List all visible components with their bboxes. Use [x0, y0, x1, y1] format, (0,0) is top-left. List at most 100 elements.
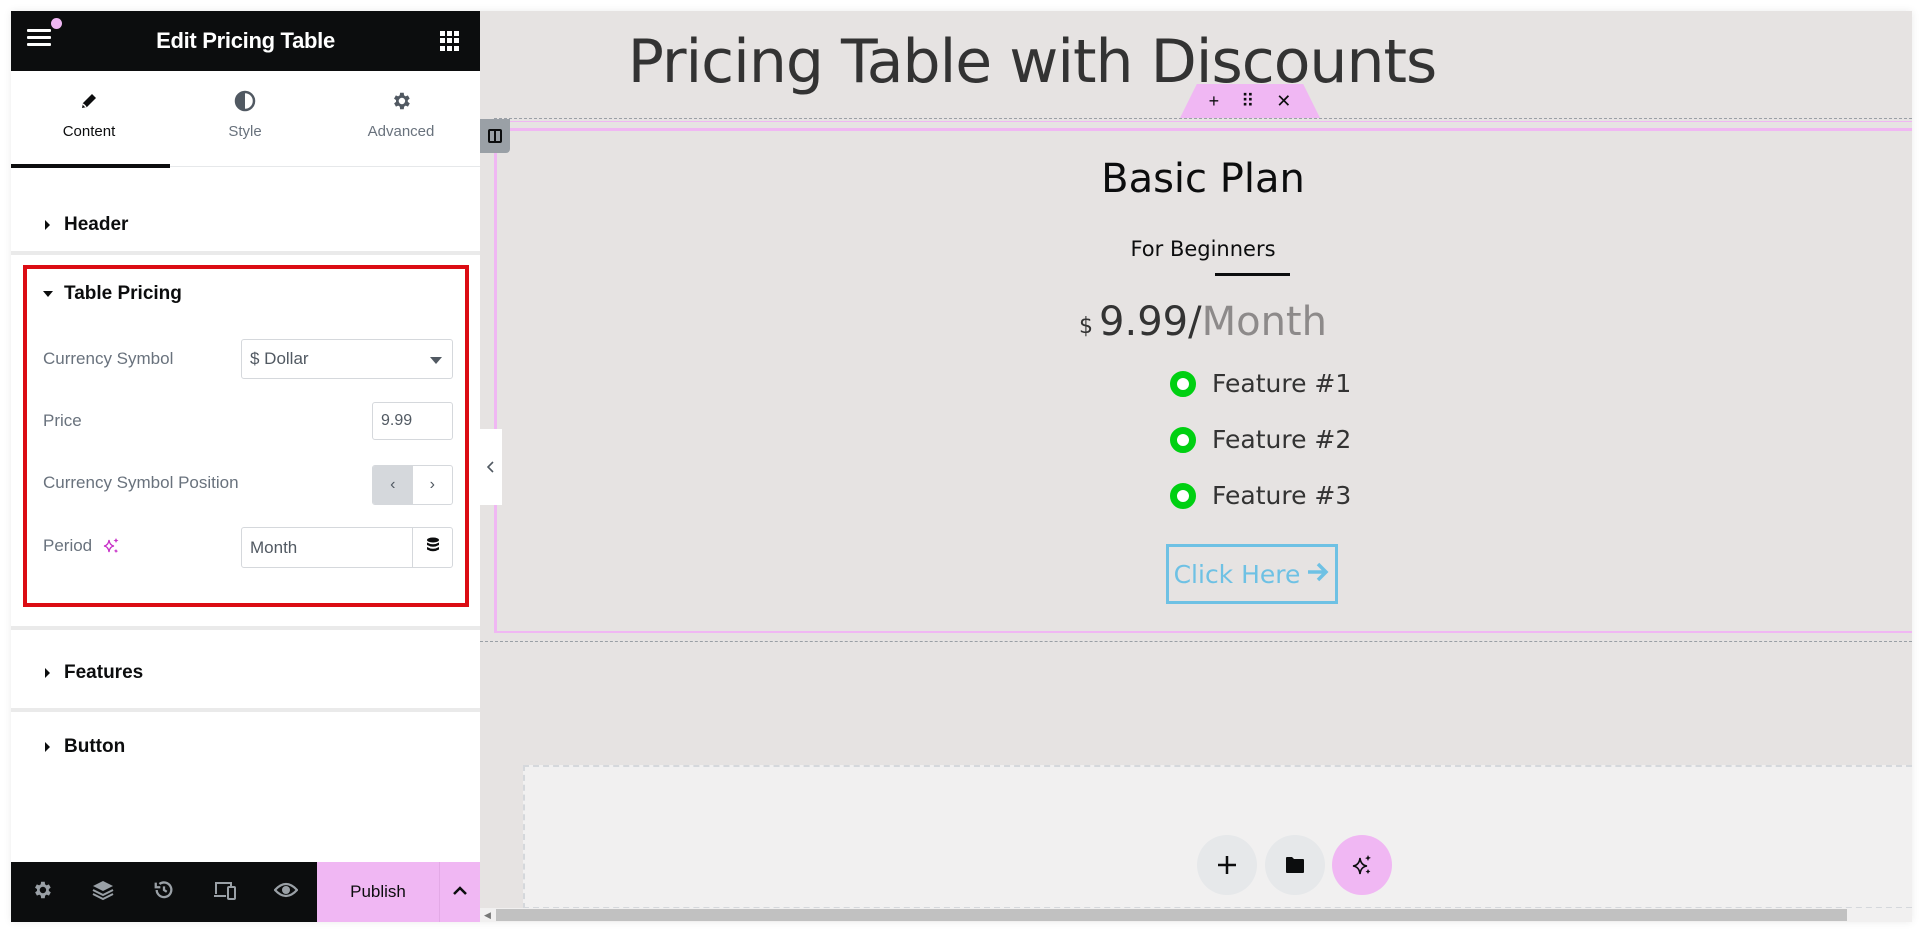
section-button-toggle[interactable]: Button	[45, 736, 125, 758]
section-divider	[11, 251, 480, 255]
period-input[interactable]: Month	[242, 528, 412, 567]
section-table-pricing: Table Pricing Currency Symbol $ Dollar P…	[23, 265, 469, 607]
feature-text: Feature #1	[1212, 369, 1352, 398]
currency-position-toggle: ‹ ›	[372, 465, 453, 505]
preview-eye-icon	[273, 881, 299, 904]
section-header: Header	[11, 168, 480, 251]
period-label-row: Period	[43, 536, 120, 556]
subtitle-underline	[1215, 273, 1290, 276]
horizontal-scrollbar[interactable]: ◀	[480, 908, 1912, 922]
preview-button[interactable]	[271, 877, 301, 907]
tab-style[interactable]: Style	[167, 71, 323, 167]
cta-button[interactable]: Click Here	[1166, 544, 1338, 604]
cta-label: Click Here	[1173, 559, 1301, 589]
feature-text: Feature #2	[1212, 425, 1352, 454]
caret-right-icon	[45, 742, 50, 752]
section-boundary	[480, 641, 1912, 642]
add-section-button[interactable]	[1197, 835, 1257, 895]
price-separator: /	[1188, 299, 1202, 345]
half-circle-icon	[167, 89, 323, 113]
responsive-mode-button[interactable]	[210, 877, 240, 907]
settings-icon	[31, 879, 53, 906]
feature-circle-icon	[1170, 426, 1196, 453]
history-icon	[153, 879, 175, 906]
currency-symbol-value: $ Dollar	[250, 349, 309, 368]
feature-text: Feature #3	[1212, 481, 1352, 510]
section-boundary	[494, 118, 1912, 119]
ai-sparkle-icon	[1352, 855, 1371, 875]
section-title: Features	[64, 662, 144, 683]
tab-label: Content	[62, 123, 116, 140]
folder-icon	[1286, 857, 1304, 873]
tab-label: Style	[228, 123, 262, 140]
column-edit-handle[interactable]	[480, 119, 510, 153]
editor-window: Edit Pricing Table Content Style Advance…	[11, 11, 1912, 922]
price-value: 9.99	[1099, 299, 1189, 345]
widgets-grid-button[interactable]	[440, 31, 460, 51]
ai-sparkle-icon[interactable]	[102, 537, 120, 555]
scrollbar-thumb[interactable]	[496, 909, 1847, 921]
pencil-icon	[11, 89, 167, 113]
scroll-left-arrow[interactable]: ◀	[484, 910, 491, 921]
section-button: Button	[11, 712, 480, 792]
add-section-button[interactable]: +	[1209, 91, 1220, 112]
currency-symbol-label: Currency Symbol	[43, 349, 174, 368]
navigator-button[interactable]	[88, 877, 118, 907]
preview-canvas: Pricing Table with Discounts + ⠿ ✕ Basic…	[480, 11, 1912, 922]
collapse-panel-button[interactable]	[480, 429, 502, 505]
section-title: Header	[64, 214, 129, 235]
publish-button[interactable]: Publish	[317, 862, 439, 922]
editor-panel: Edit Pricing Table Content Style Advance…	[11, 11, 480, 922]
position-before-button[interactable]: ‹	[373, 466, 413, 504]
period-field: Month	[241, 527, 453, 568]
feature-item: Feature #2	[1170, 425, 1351, 454]
arrow-right-icon	[1306, 560, 1330, 589]
section-handle: + ⠿ ✕	[1180, 84, 1320, 118]
feature-circle-icon	[1170, 482, 1196, 509]
section-title: Table Pricing	[64, 283, 182, 304]
caret-down-icon	[43, 291, 53, 297]
price-input[interactable]: 9.99	[372, 402, 453, 440]
history-button[interactable]	[149, 877, 179, 907]
section-table-pricing-toggle[interactable]: Table Pricing	[43, 283, 182, 305]
plan-title: Basic Plan	[1101, 156, 1305, 202]
position-after-button[interactable]: ›	[413, 466, 453, 504]
settings-button[interactable]	[27, 877, 57, 907]
panel-header: Edit Pricing Table	[11, 11, 480, 71]
section-header-toggle[interactable]: Header	[45, 214, 128, 236]
section-title: Button	[64, 736, 126, 757]
price-row: $9.99/Month	[494, 299, 1912, 345]
caret-right-icon	[45, 220, 50, 230]
chevron-up-icon	[452, 883, 468, 901]
database-icon	[426, 537, 440, 558]
drag-handle-icon[interactable]: ⠿	[1241, 91, 1254, 112]
container-outline	[494, 121, 1912, 122]
delete-section-button[interactable]: ✕	[1276, 91, 1291, 112]
page-heading[interactable]: Pricing Table with Discounts	[480, 27, 1584, 97]
section-features: Features	[11, 630, 480, 708]
ai-generate-button[interactable]	[1332, 835, 1392, 895]
section-features-toggle[interactable]: Features	[45, 662, 143, 684]
column-icon	[488, 129, 502, 143]
dynamic-tags-button[interactable]	[412, 528, 452, 567]
tab-content[interactable]: Content	[11, 71, 170, 168]
panel-tabs: Content Style Advanced	[11, 71, 480, 168]
period-label: Period	[43, 536, 93, 555]
tab-advanced[interactable]: Advanced	[323, 71, 479, 167]
panel-footer: Publish	[11, 862, 480, 922]
chevron-down-icon	[430, 357, 442, 364]
plan-subtitle: For Beginners	[1130, 237, 1276, 261]
feature-circle-icon	[1170, 370, 1196, 397]
price-label: Price	[43, 411, 82, 430]
add-section-area	[523, 765, 1912, 909]
layers-icon	[91, 878, 115, 907]
price-period: Month	[1201, 299, 1327, 345]
currency-symbol-select[interactable]: $ Dollar	[241, 339, 453, 379]
chevron-left-icon	[487, 461, 494, 473]
gear-icon	[323, 89, 479, 113]
feature-item: Feature #1	[1170, 369, 1351, 398]
tab-label: Advanced	[367, 123, 435, 140]
publish-options-button[interactable]	[439, 862, 480, 922]
template-library-button[interactable]	[1265, 835, 1325, 895]
responsive-icon	[213, 879, 237, 906]
